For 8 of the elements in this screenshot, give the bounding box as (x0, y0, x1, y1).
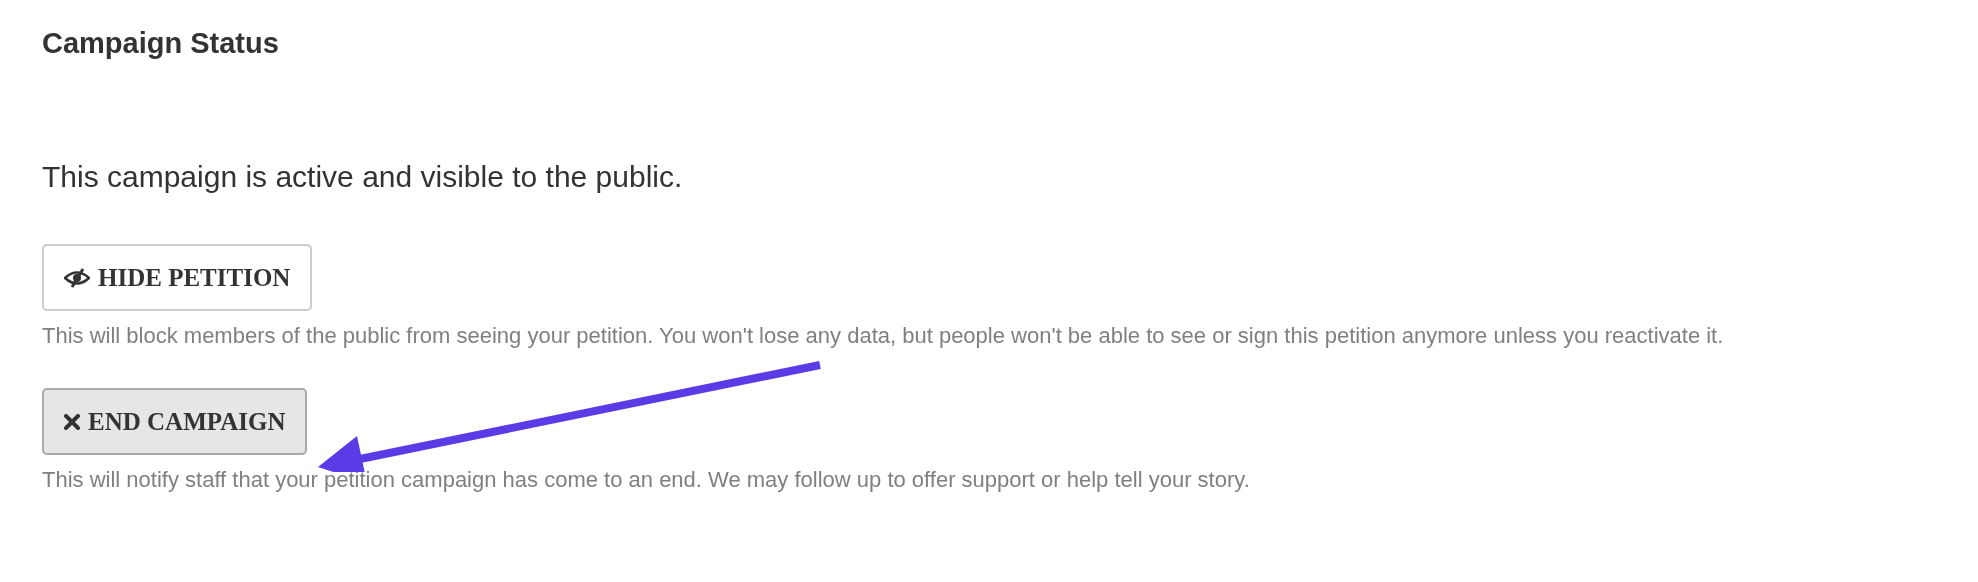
status-message: This campaign is active and visible to the public. (42, 159, 684, 195)
action-description: This will block members of the public from seeing your petition. You won't lose any data, but people won't be able to see or sign this petition anymore unless you reactivate it. (42, 322, 1725, 350)
eye-slash-icon (64, 267, 90, 288)
action-description: This will notify staff that your petition campaign has come to an end. We may follow up to offer support or help tell your story. (42, 466, 1251, 494)
close-icon (64, 413, 80, 430)
end-button[interactable]: END CAMPAIGN (42, 388, 308, 455)
hide-button[interactable]: HIDE PETITION (42, 244, 313, 311)
section-title: Campaign Status (42, 26, 280, 61)
